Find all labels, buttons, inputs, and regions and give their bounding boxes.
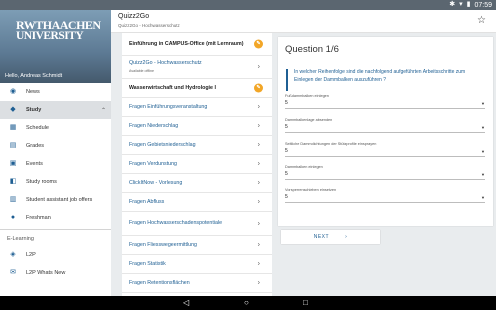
dropdown-arrow-icon: ▼ [481, 101, 485, 106]
badge-icon: ✎ [254, 39, 263, 49]
badge-icon: ✎ [254, 83, 263, 93]
list-item[interactable]: Fragen Gebietsniederschlag › [122, 136, 272, 155]
bluetooth-icon: ✱ [449, 1, 456, 8]
list-item[interactable]: Fragen Abfluss › [122, 193, 272, 212]
app-bar: Quizz2Go Quizz2Go - Hochwasserschutz ☆ [111, 10, 496, 33]
app-subtitle: Quizz2Go - Hochwasserschutz [118, 23, 180, 28]
battery-icon: ▮ [466, 1, 471, 8]
list-item[interactable]: Fragen Hochwasserschadenspotentiale › [122, 212, 272, 236]
drawer-item-study-rooms[interactable]: ◧ Study rooms [0, 173, 111, 191]
chevron-right-icon: › [257, 63, 260, 71]
list-item[interactable]: Quizz2Go - Hochwasserschutz Available off… [122, 56, 272, 79]
grades-icon: ▤ [9, 142, 17, 149]
question-title: Question 1/6 [285, 44, 339, 55]
rss-icon: ◉ [9, 88, 17, 95]
event-icon: ▣ [9, 160, 17, 167]
list-item[interactable]: Fragen Retentionsflächen › [122, 274, 272, 293]
drawer-item-events[interactable]: ▣ Events [0, 155, 111, 173]
star-icon[interactable]: ☆ [477, 15, 486, 26]
status-bar: ✱ ▾ ▮ 07:59 [0, 0, 496, 10]
freshman-icon: ● [10, 214, 16, 221]
job-icon: ▥ [9, 196, 17, 203]
home-icon[interactable]: ○ [244, 298, 249, 308]
chevron-right-icon: › [257, 241, 260, 249]
system-nav-bar: ◁ ○ □ [0, 296, 496, 310]
order-select[interactable]: Seitliche Dammdichtungen der Stützprofil… [285, 142, 485, 157]
user-greeting: Hello, Andreas Schmidt [5, 73, 63, 79]
chevron-right-icon: › [257, 279, 260, 287]
chevron-right-icon: › [257, 220, 260, 227]
list-item[interactable]: Fragen Einführungsveranstaltung › [122, 98, 272, 117]
drawer-item-freshman[interactable]: ● Freshman [0, 209, 111, 227]
dropdown-arrow-icon: ▼ [481, 149, 485, 154]
chevron-right-icon: › [257, 198, 260, 206]
drawer-divider [0, 229, 111, 230]
chevron-right-icon: › [257, 103, 260, 111]
status-time: 07:59 [474, 1, 492, 9]
chevron-up-icon: ⌃ [100, 107, 106, 114]
list-item[interactable]: Fragen Verdunstung › [122, 155, 272, 174]
dropdown-arrow-icon: ▼ [481, 125, 485, 130]
university-logo: RWTHAACHEN UNIVERSITY [16, 18, 101, 42]
drawer-item-l2p[interactable]: ◈ L2P [0, 246, 111, 264]
wifi-icon: ▾ [459, 1, 463, 8]
list-item[interactable]: Fragen Niederschlag › [122, 117, 272, 136]
question-card: Question 1/6 In welcher Reihenfolge sind… [278, 37, 493, 226]
list-item[interactable]: Fragen Statistik › [122, 255, 272, 274]
dropdown-arrow-icon: ▼ [481, 172, 485, 177]
drawer-item-grades[interactable]: ▤ Grades [0, 137, 111, 155]
list-header: Einführung in CAMPUS-Office (mit Lernrau… [122, 33, 272, 56]
drawer-nav: ◉ News ◆ Study ⌃ ▦ Schedule ▤ Grades ▣ E… [0, 83, 111, 282]
drawer-item-l2p-whats-new[interactable]: ✉ L2P Whats New [0, 264, 111, 282]
whats-new-icon: ✉ [10, 269, 16, 276]
list-header: Wasserwirtschaft und Hydrologie I ✎ [122, 79, 272, 98]
chevron-right-icon: › [257, 260, 260, 268]
graduation-cap-icon: ◆ [10, 106, 16, 113]
question-text: In welcher Reihenfolge sind die nachfolg… [286, 69, 486, 91]
drawer-section-caption: E-Learning [7, 236, 34, 242]
quiz-list: Einführung in CAMPUS-Office (mit Lernrau… [122, 33, 272, 296]
room-icon: ◧ [9, 178, 17, 185]
chevron-right-icon: › [257, 160, 260, 168]
calendar-icon: ▦ [9, 124, 17, 131]
drawer-item-study[interactable]: ◆ Study ⌃ [0, 101, 111, 119]
back-icon[interactable]: ◁ [183, 298, 189, 308]
drawer-header: RWTHAACHEN UNIVERSITY Hello, Andreas Sch… [0, 10, 111, 83]
list-item[interactable]: ClickItNow - Vorlesung › [122, 174, 272, 193]
drawer-item-job-offers[interactable]: ▥ Student assistant job offers [0, 191, 111, 209]
order-select[interactable]: Fußdammbalken einlegen 5 ▼ [285, 94, 485, 109]
order-select[interactable]: Dammbalken einlegen 5 ▼ [285, 165, 485, 180]
chevron-right-icon: › [257, 141, 260, 149]
offline-note: Available offline [129, 68, 155, 73]
drawer-item-schedule[interactable]: ▦ Schedule [0, 119, 111, 137]
l2p-icon: ◈ [10, 251, 16, 258]
dropdown-arrow-icon: ▼ [481, 195, 485, 200]
drawer-item-news[interactable]: ◉ News [0, 83, 111, 101]
app-title: Quizz2Go [118, 13, 150, 20]
chevron-right-icon: › [345, 234, 348, 240]
navigation-drawer: RWTHAACHEN UNIVERSITY Hello, Andreas Sch… [0, 10, 111, 296]
next-button[interactable]: NEXT › [281, 230, 380, 244]
order-select[interactable]: Vorsperrenschieben einsetzen 5 ▼ [285, 188, 485, 203]
order-select[interactable]: Dammbalkenlage absenden 5 ▼ [285, 118, 485, 133]
chevron-right-icon: › [257, 122, 260, 130]
recents-icon[interactable]: □ [303, 298, 308, 308]
list-item[interactable]: Fragen Fliesswegeermittlung › [122, 236, 272, 255]
chevron-right-icon: › [257, 179, 260, 187]
